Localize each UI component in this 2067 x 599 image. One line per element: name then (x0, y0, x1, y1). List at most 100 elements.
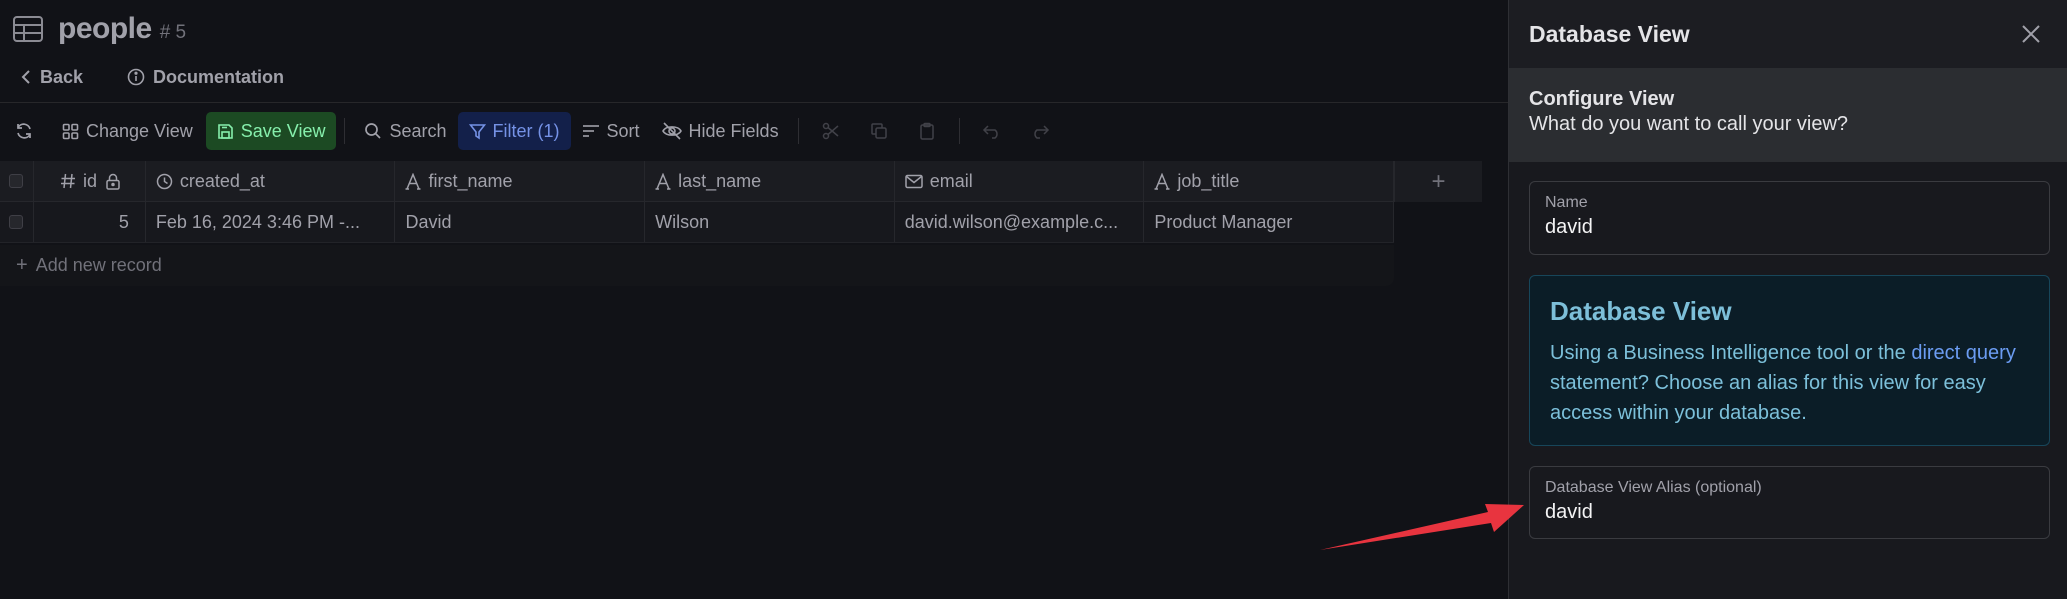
database-view-alias-field[interactable]: Database View Alias (optional) david (1529, 466, 2050, 539)
row-checkbox[interactable] (9, 215, 24, 229)
info-text-start: Using a Business Intelligence tool or th… (1550, 342, 1912, 364)
column-label-created-at: created_at (179, 170, 265, 191)
save-view-label: Save View (240, 120, 326, 141)
sort-icon (582, 123, 607, 139)
toolbar-divider-3 (958, 118, 960, 144)
alias-label: Database View Alias (optional) (1545, 479, 1762, 496)
search-button[interactable]: Search (353, 112, 457, 150)
column-label-id: id (82, 170, 97, 191)
table-row[interactable]: 5 Feb 16, 2024 3:46 PM -... David Wilson… (0, 202, 1394, 243)
clock-icon (156, 173, 180, 190)
close-button[interactable] (2015, 18, 2047, 50)
back-label: Back (40, 66, 84, 87)
cell-job-title[interactable]: Product Manager (1144, 202, 1394, 242)
cut-button[interactable] (807, 112, 855, 150)
panel-title: Database View (1529, 20, 1690, 47)
text-icon (1154, 172, 1177, 190)
close-icon (2021, 24, 2041, 44)
info-text: Using a Business Intelligence tool or th… (1550, 338, 2029, 428)
cell-email[interactable]: david.wilson@example.c... (895, 202, 1145, 242)
save-icon (217, 123, 241, 140)
undo-button[interactable] (968, 112, 1016, 150)
column-label-last-name: last_name (678, 170, 762, 191)
database-view-info: Database View Using a Business Intellige… (1529, 275, 2050, 446)
data-grid: id created_at first_name last_name email… (0, 161, 1395, 243)
record-id-label: # 5 (159, 22, 187, 43)
toolbar-divider-2 (797, 118, 799, 144)
header-divider (0, 102, 1508, 103)
chevron-left-icon (20, 69, 40, 85)
table-icon (12, 15, 44, 43)
add-record-label: Add new record (35, 255, 162, 275)
filter-label: Filter (1) (492, 120, 560, 141)
filter-icon (468, 123, 493, 140)
column-header-email[interactable]: email (895, 161, 1145, 201)
cell-created-at[interactable]: Feb 16, 2024 3:46 PM -... (146, 202, 396, 242)
name-field[interactable]: Name david (1529, 181, 2050, 255)
info-title: Database View (1550, 296, 1732, 326)
column-header-job-title[interactable]: job_title (1144, 161, 1395, 201)
paste-button[interactable] (903, 112, 951, 150)
sort-label: Sort (606, 120, 640, 141)
nav-row: Back Documentation (20, 64, 284, 90)
column-label-email: email (929, 170, 973, 191)
scissors-icon (822, 122, 840, 140)
page-title: people (58, 12, 152, 45)
refresh-button[interactable] (12, 112, 51, 150)
redo-button[interactable] (1016, 112, 1064, 150)
change-view-button[interactable]: Change View (51, 112, 204, 150)
add-column-button[interactable]: + (1394, 161, 1482, 202)
mail-icon (905, 174, 930, 189)
change-view-label: Change View (86, 120, 193, 141)
cell-first-name[interactable]: David (395, 202, 646, 242)
cell-last-name[interactable]: Wilson (645, 202, 895, 242)
search-icon (364, 122, 389, 140)
grid-icon (62, 123, 86, 140)
eye-off-icon (661, 122, 689, 140)
panel-header: Database View (1509, 0, 2067, 68)
redo-icon (1030, 123, 1050, 139)
info-icon (127, 68, 153, 86)
column-label-job-title: job_title (1177, 170, 1240, 191)
refresh-icon (14, 121, 41, 141)
configure-question: What do you want to call your view? (1529, 113, 1849, 135)
grid-header: id created_at first_name last_name email… (0, 161, 1395, 202)
row-select-cell[interactable] (0, 202, 34, 242)
add-record-button[interactable]: + Add new record (0, 245, 1394, 286)
hide-fields-button[interactable]: Hide Fields (651, 112, 790, 150)
column-header-first-name[interactable]: first_name (395, 161, 646, 201)
page-header: people # 5 (12, 12, 186, 46)
info-text-end: statement? Choose an alias for this view… (1550, 372, 1986, 424)
save-view-button[interactable]: Save View (205, 112, 337, 150)
alias-input[interactable]: david (1545, 499, 2034, 525)
lock-icon (105, 173, 128, 190)
main-area: people # 5 Back Documentation Change Vie… (0, 0, 1508, 599)
column-header-last-name[interactable]: last_name (645, 161, 895, 201)
column-label-first-name: first_name (428, 170, 513, 191)
clipboard-icon (918, 122, 936, 140)
name-label: Name (1545, 194, 1588, 211)
column-header-created-at[interactable]: created_at (146, 161, 396, 201)
name-input[interactable]: david (1545, 214, 2034, 240)
database-view-panel: Database View Configure View What do you… (1508, 0, 2067, 599)
hide-fields-label: Hide Fields (688, 120, 779, 141)
documentation-link[interactable]: Documentation (127, 67, 284, 88)
cell-id[interactable]: 5 (34, 202, 146, 242)
direct-query-link[interactable]: direct query (1911, 342, 2016, 364)
copy-icon (870, 122, 888, 140)
filter-button[interactable]: Filter (1) (457, 112, 571, 150)
select-all-cell[interactable] (0, 161, 34, 201)
configure-title: Configure View (1529, 88, 1675, 110)
select-all-checkbox[interactable] (9, 174, 24, 188)
undo-icon (982, 123, 1002, 139)
plus-icon: + (16, 254, 28, 276)
sort-button[interactable]: Sort (571, 112, 651, 150)
text-icon (655, 172, 678, 190)
documentation-label: Documentation (153, 66, 285, 87)
column-header-id[interactable]: id (34, 161, 146, 201)
back-link[interactable]: Back (20, 67, 83, 88)
copy-button[interactable] (855, 112, 903, 150)
hash-icon (60, 173, 83, 189)
configure-view-section: Configure View What do you want to call … (1509, 68, 2067, 162)
toolbar: Change View Save View Search Filter (1) (0, 111, 1064, 151)
